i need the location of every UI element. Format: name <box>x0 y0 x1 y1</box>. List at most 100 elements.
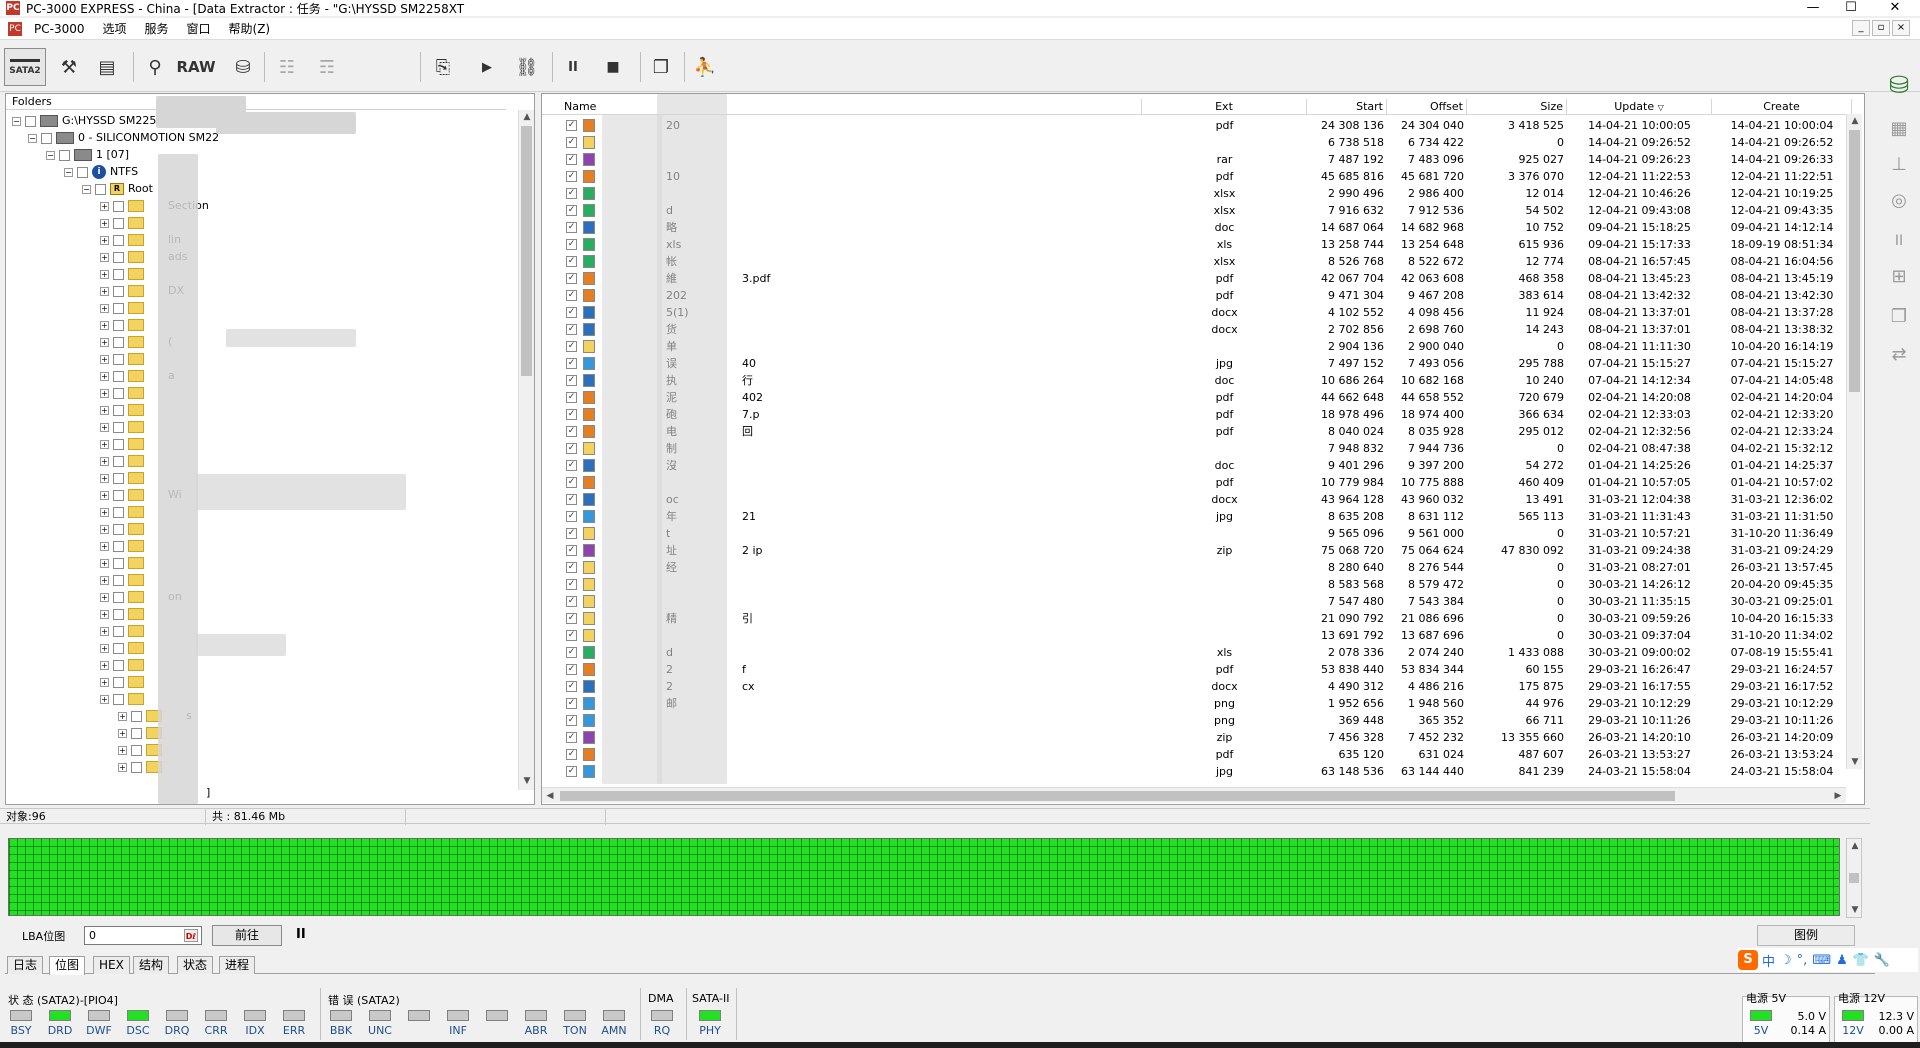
go-button[interactable]: 前往 <box>212 925 282 946</box>
expand-icon[interactable]: + <box>100 473 109 483</box>
tab-2[interactable]: HEX <box>93 956 130 974</box>
raw-button[interactable]: RAW <box>176 50 216 84</box>
tree-checkbox[interactable] <box>113 642 124 654</box>
table-row[interactable]: ✓单2 904 1362 900 040008-04-21 11:11:3010… <box>542 338 1847 355</box>
mdi-restore-button[interactable]: ▫ <box>1872 20 1890 36</box>
windows-icon[interactable]: ❐ <box>644 50 678 84</box>
voltage-icon[interactable]: ◎ <box>1884 188 1914 214</box>
tree-checkbox[interactable] <box>113 421 124 433</box>
expand-icon[interactable]: + <box>100 694 109 704</box>
folders-pane[interactable]: Folders − G:\HYSSD SM2258XT − 0 - SILICONM… <box>5 93 535 805</box>
tree-checkbox[interactable] <box>131 710 142 722</box>
copy-icon[interactable]: ❐ <box>1884 304 1914 330</box>
scroll-thumb[interactable] <box>521 126 532 376</box>
row-checkbox[interactable]: ✓ <box>566 137 577 148</box>
tree-checkbox[interactable] <box>113 506 124 518</box>
row-checkbox[interactable]: ✓ <box>566 579 577 590</box>
pause-icon[interactable]: II <box>1884 228 1914 254</box>
table-row[interactable]: ✓ 6 738 518 6 734 422 0 14-04-21 09:26:52 14-… <box>542 134 1847 151</box>
tree-item-folder[interactable]: + <box>100 656 148 673</box>
expand-icon[interactable]: + <box>100 303 109 313</box>
hammer-icon[interactable]: ▤ <box>90 50 124 84</box>
tree-checkbox[interactable] <box>113 285 124 297</box>
tree-item-folder[interactable]: + <box>100 418 148 435</box>
collapse-icon[interactable]: − <box>28 133 37 143</box>
files-pane[interactable]: Name Ext Start Offset Size Update ▽ Crea… <box>541 93 1865 805</box>
row-checkbox[interactable]: ✓ <box>566 749 577 760</box>
menu-item-help[interactable]: 帮助(Z) <box>223 19 277 39</box>
tree-item-folder[interactable]: + <box>100 503 148 520</box>
tree-edit-icon[interactable]: ☶ <box>310 50 344 84</box>
tree-icon[interactable]: ☷ <box>270 50 304 84</box>
expand-icon[interactable]: + <box>100 558 109 568</box>
tab-3[interactable]: 结构 <box>133 956 170 974</box>
tree-item-folder[interactable]: + <box>100 299 148 316</box>
tree-item-folder[interactable]: + <box>100 435 148 452</box>
table-row[interactable]: ✓电回pdf8 040 0248 035 928295 01202-04-21 … <box>542 423 1847 440</box>
row-checkbox[interactable]: ✓ <box>566 392 577 403</box>
expand-icon[interactable]: + <box>118 762 127 772</box>
row-checkbox[interactable]: ✓ <box>566 562 577 573</box>
row-checkbox[interactable]: ✓ <box>566 698 577 709</box>
row-checkbox[interactable]: ✓ <box>566 477 577 488</box>
table-row[interactable]: ✓货docx2 702 8562 698 76014 24308-04-21 1… <box>542 321 1847 338</box>
scroll-down-icon[interactable]: ▼ <box>519 774 535 788</box>
scroll-thumb[interactable] <box>1849 130 1860 392</box>
menu-item-window[interactable]: 窗口 <box>181 19 217 39</box>
play-icon[interactable]: ▶ <box>470 50 504 84</box>
table-row[interactable]: ✓ pdf 635 120 631 024 487 607 26-03-21 13:53:… <box>542 746 1847 763</box>
row-checkbox[interactable]: ✓ <box>566 511 577 522</box>
tab-5[interactable]: 进程 <box>219 956 256 974</box>
row-checkbox[interactable]: ✓ <box>566 613 577 624</box>
tools-icon[interactable]: 🔧 <box>1874 953 1890 968</box>
sata2-port-button[interactable]: SATA2 <box>4 48 46 86</box>
tree-checkbox[interactable] <box>113 353 124 365</box>
tree-item-folder[interactable]: + <box>100 520 148 537</box>
table-row[interactable]: ✓xlsxls13 258 74413 254 648615 93609-04-… <box>542 236 1847 253</box>
expand-icon[interactable]: + <box>100 354 109 364</box>
tree-item-root[interactable]: − R Root <box>82 180 153 197</box>
tree-checkbox[interactable] <box>113 523 124 535</box>
row-checkbox[interactable]: ✓ <box>566 256 577 267</box>
row-checkbox[interactable]: ✓ <box>566 222 577 233</box>
column-header-offset[interactable]: Offset <box>1387 99 1467 115</box>
row-checkbox[interactable]: ✓ <box>566 426 577 437</box>
row-checkbox[interactable]: ✓ <box>566 494 577 505</box>
scroll-down-icon[interactable]: ▼ <box>1847 903 1863 917</box>
mdi-minimize-button[interactable]: _ <box>1852 20 1870 36</box>
expand-icon[interactable]: + <box>100 626 109 636</box>
export-icon[interactable]: ⎘ <box>426 50 460 84</box>
scroll-right-icon[interactable]: ▶ <box>1830 789 1846 803</box>
row-checkbox[interactable]: ✓ <box>566 596 577 607</box>
row-checkbox[interactable]: ✓ <box>566 120 577 131</box>
row-checkbox[interactable]: ✓ <box>566 630 577 641</box>
expand-icon[interactable]: + <box>100 677 109 687</box>
scroll-thumb[interactable] <box>560 791 1675 801</box>
table-row[interactable]: ✓经8 280 6408 276 544031-03-21 08:27:0126… <box>542 559 1847 576</box>
mdi-app-icon[interactable]: PC <box>8 21 22 36</box>
expand-icon[interactable]: + <box>100 439 109 449</box>
power-5v-led[interactable] <box>1750 1010 1772 1021</box>
tree-item-folder[interactable]: + <box>100 316 148 333</box>
row-checkbox[interactable]: ✓ <box>566 324 577 335</box>
tree-item-folder[interactable]: + <box>100 690 148 707</box>
power-12v-led[interactable] <box>1842 1010 1864 1021</box>
expand-icon[interactable]: + <box>100 507 109 517</box>
pause-icon[interactable]: II <box>296 927 306 942</box>
disk-icon[interactable]: ⛁ <box>226 50 260 84</box>
tree-checkbox[interactable] <box>113 404 124 416</box>
collapse-icon[interactable]: − <box>82 184 91 194</box>
tree-checkbox[interactable] <box>131 727 142 739</box>
collapse-icon[interactable]: − <box>46 150 55 160</box>
column-header-size[interactable]: Size <box>1467 99 1567 115</box>
expand-icon[interactable]: + <box>100 490 109 500</box>
tree-item-ntfs[interactable]: − i NTFS <box>64 163 138 180</box>
tab-0[interactable]: 日志 <box>7 956 44 974</box>
expand-icon[interactable]: + <box>100 405 109 415</box>
table-row[interactable]: ✓ rar 7 487 192 7 483 096 925 027 14-04-21 09… <box>542 151 1847 168</box>
scroll-down-icon[interactable]: ▼ <box>1847 755 1863 769</box>
expand-icon[interactable]: + <box>118 745 127 755</box>
row-checkbox[interactable]: ✓ <box>566 664 577 675</box>
tree-checkbox[interactable] <box>113 455 124 467</box>
row-checkbox[interactable]: ✓ <box>566 188 577 199</box>
